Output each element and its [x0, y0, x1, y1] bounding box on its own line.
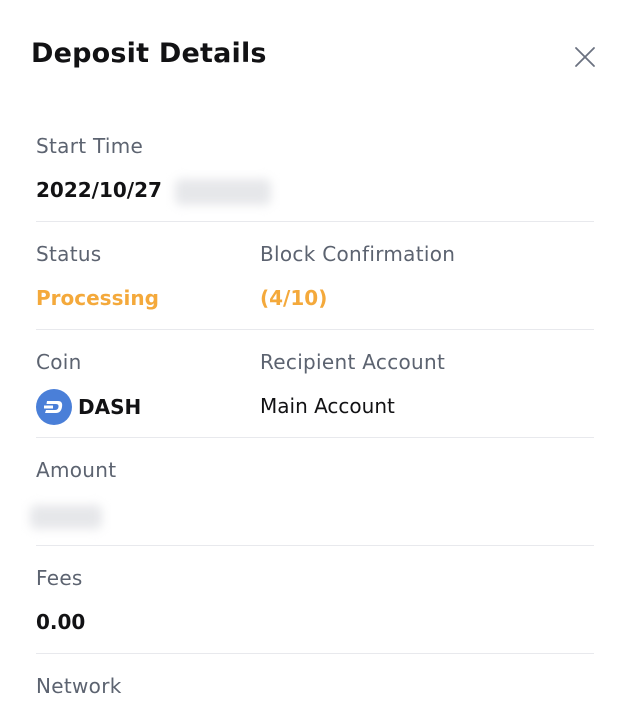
amount-redacted	[30, 504, 102, 529]
coin-field: Coin	[36, 350, 82, 374]
block-confirmation-value: (4/10)	[260, 286, 328, 310]
coin-name: DASH	[78, 395, 142, 419]
status-value: Processing	[36, 286, 159, 310]
status-field: Status	[36, 242, 102, 266]
start-time-label: Start Time	[36, 134, 144, 158]
modal-title: Deposit Details	[31, 38, 267, 69]
network-field: Network	[36, 674, 122, 698]
start-time-field: Start Time	[36, 134, 143, 158]
fees-value: 0.00	[36, 610, 86, 634]
coin-section: Coin DASH Recipient Account Main Account	[36, 329, 594, 438]
coin-label: Coin	[36, 350, 82, 374]
status-section: Status Processing Block Confirmation (4/…	[36, 221, 594, 330]
start-time-date: 2022/10/27	[36, 178, 162, 202]
close-icon[interactable]	[570, 42, 600, 72]
network-section: Network	[36, 653, 594, 704]
amount-field: Amount	[36, 458, 116, 482]
fees-field: Fees	[36, 566, 83, 590]
deposit-details-modal: Deposit Details Start Time 2022/10/27 St…	[0, 0, 630, 704]
dash-coin-icon	[36, 389, 72, 425]
start-time-value: 2022/10/27	[36, 178, 271, 205]
fees-label: Fees	[36, 566, 83, 590]
start-time-section: Start Time 2022/10/27	[36, 134, 594, 222]
recipient-account-field: Recipient Account	[260, 350, 445, 374]
amount-label: Amount	[36, 458, 117, 482]
status-label: Status	[36, 242, 102, 266]
recipient-account-value: Main Account	[260, 394, 395, 418]
amount-value	[30, 503, 102, 529]
recipient-account-label: Recipient Account	[260, 350, 446, 374]
coin-value: DASH	[36, 389, 141, 425]
fees-section: Fees 0.00	[36, 545, 594, 654]
amount-section: Amount	[30, 437, 594, 546]
start-time-redacted	[174, 178, 271, 205]
network-label: Network	[36, 674, 122, 698]
block-confirmation-field: Block Confirmation	[260, 242, 455, 266]
block-confirmation-label: Block Confirmation	[260, 242, 456, 266]
